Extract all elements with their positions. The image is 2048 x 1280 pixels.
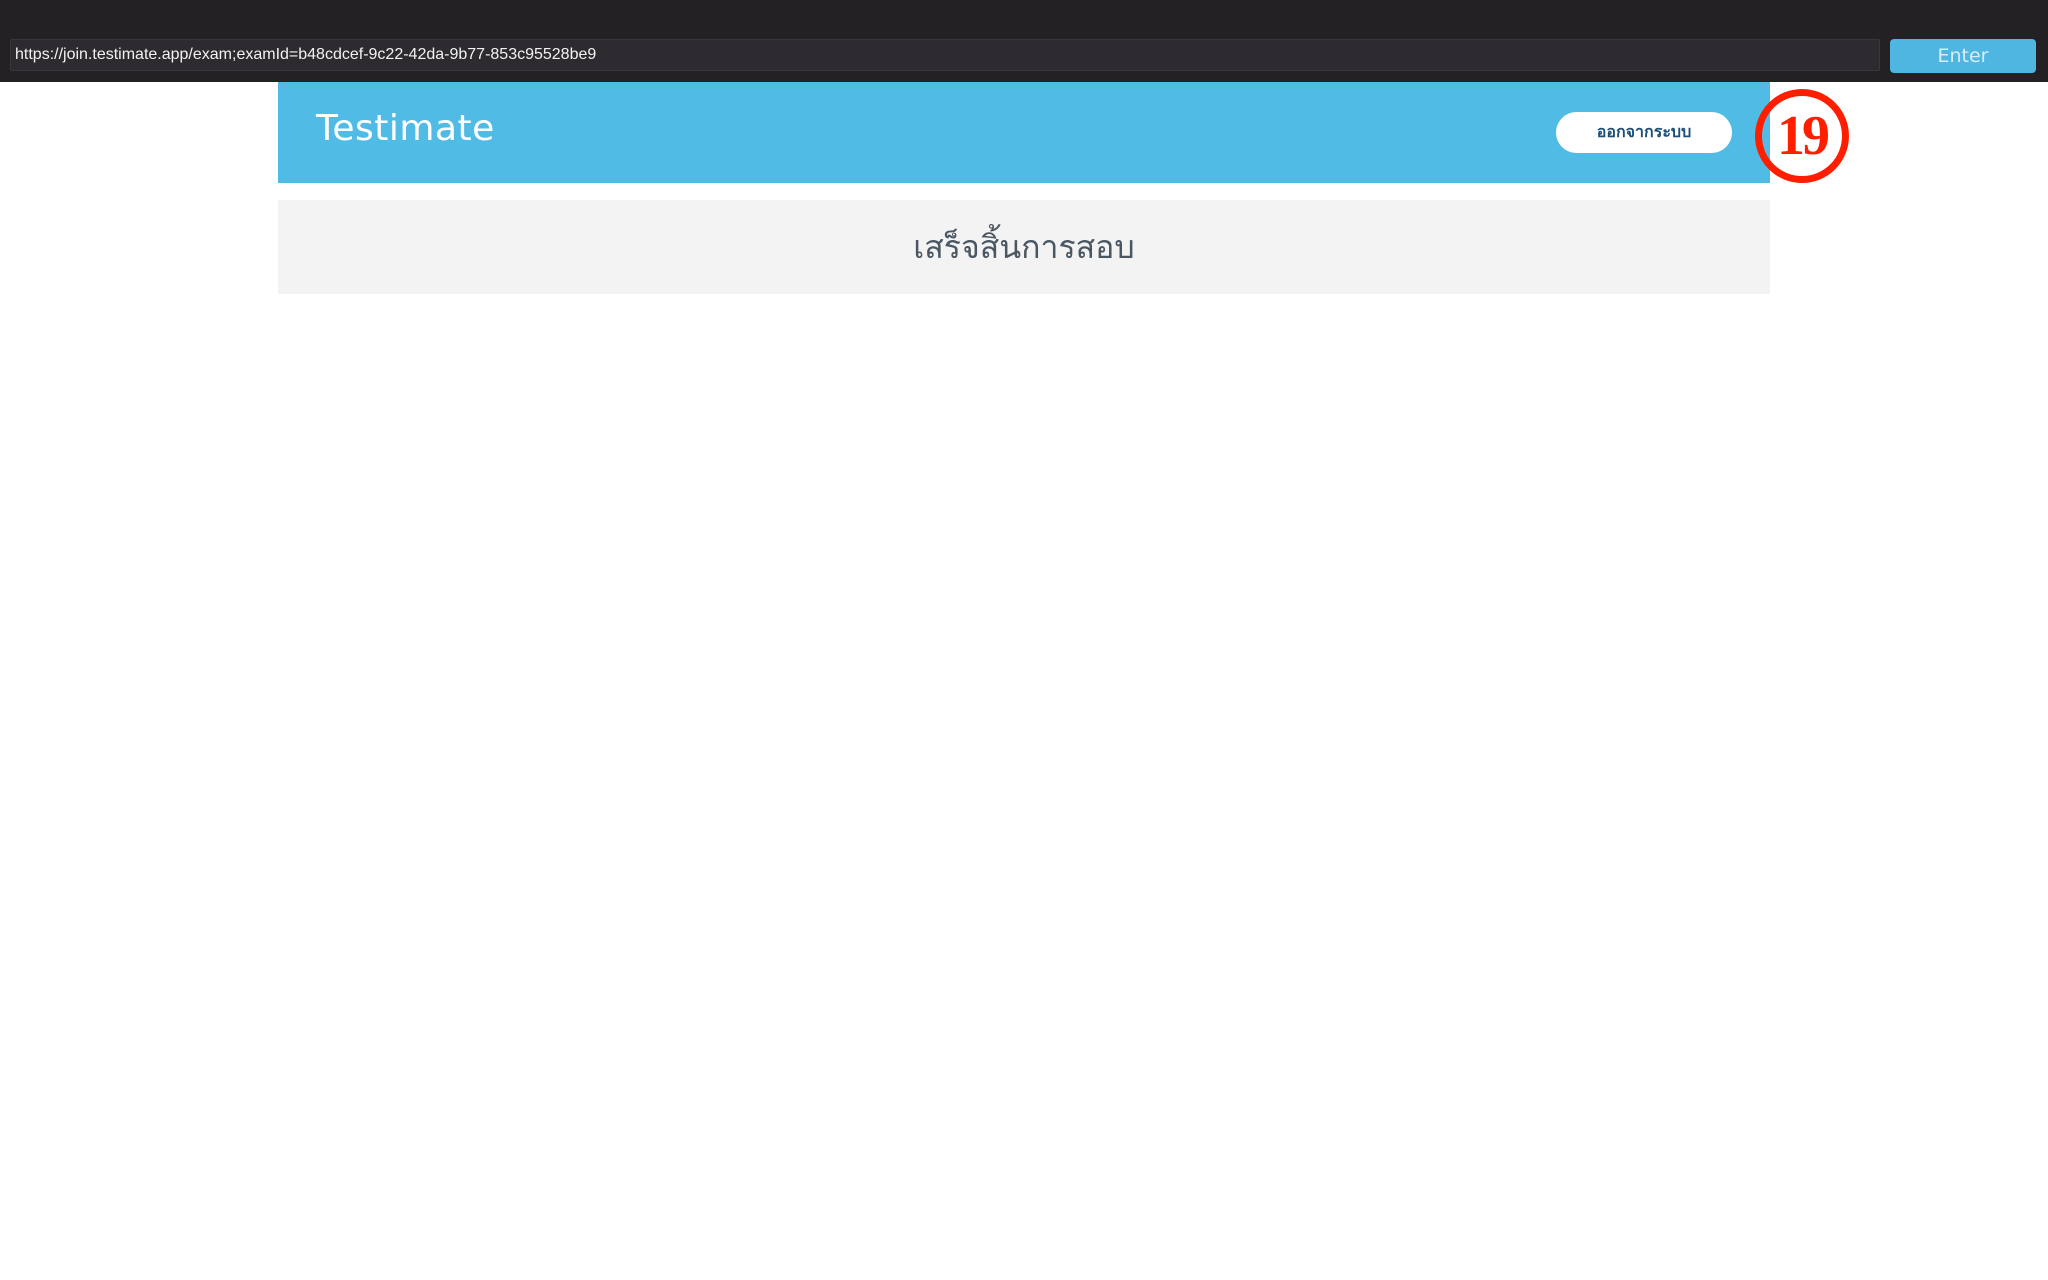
browser-bar: Enter bbox=[0, 0, 2048, 82]
url-input[interactable] bbox=[10, 39, 1880, 71]
enter-button[interactable]: Enter bbox=[1890, 39, 2036, 73]
step-number-badge: 19 bbox=[1755, 89, 1849, 183]
app-header: Testimate ออกจากระบบ bbox=[278, 82, 1770, 183]
exam-finished-message: เสร็จสิ้นการสอบ bbox=[913, 228, 1135, 266]
exam-status-panel: เสร็จสิ้นการสอบ bbox=[278, 200, 1770, 294]
logout-button[interactable]: ออกจากระบบ bbox=[1556, 112, 1732, 153]
brand-logo-text: Testimate bbox=[316, 108, 495, 149]
